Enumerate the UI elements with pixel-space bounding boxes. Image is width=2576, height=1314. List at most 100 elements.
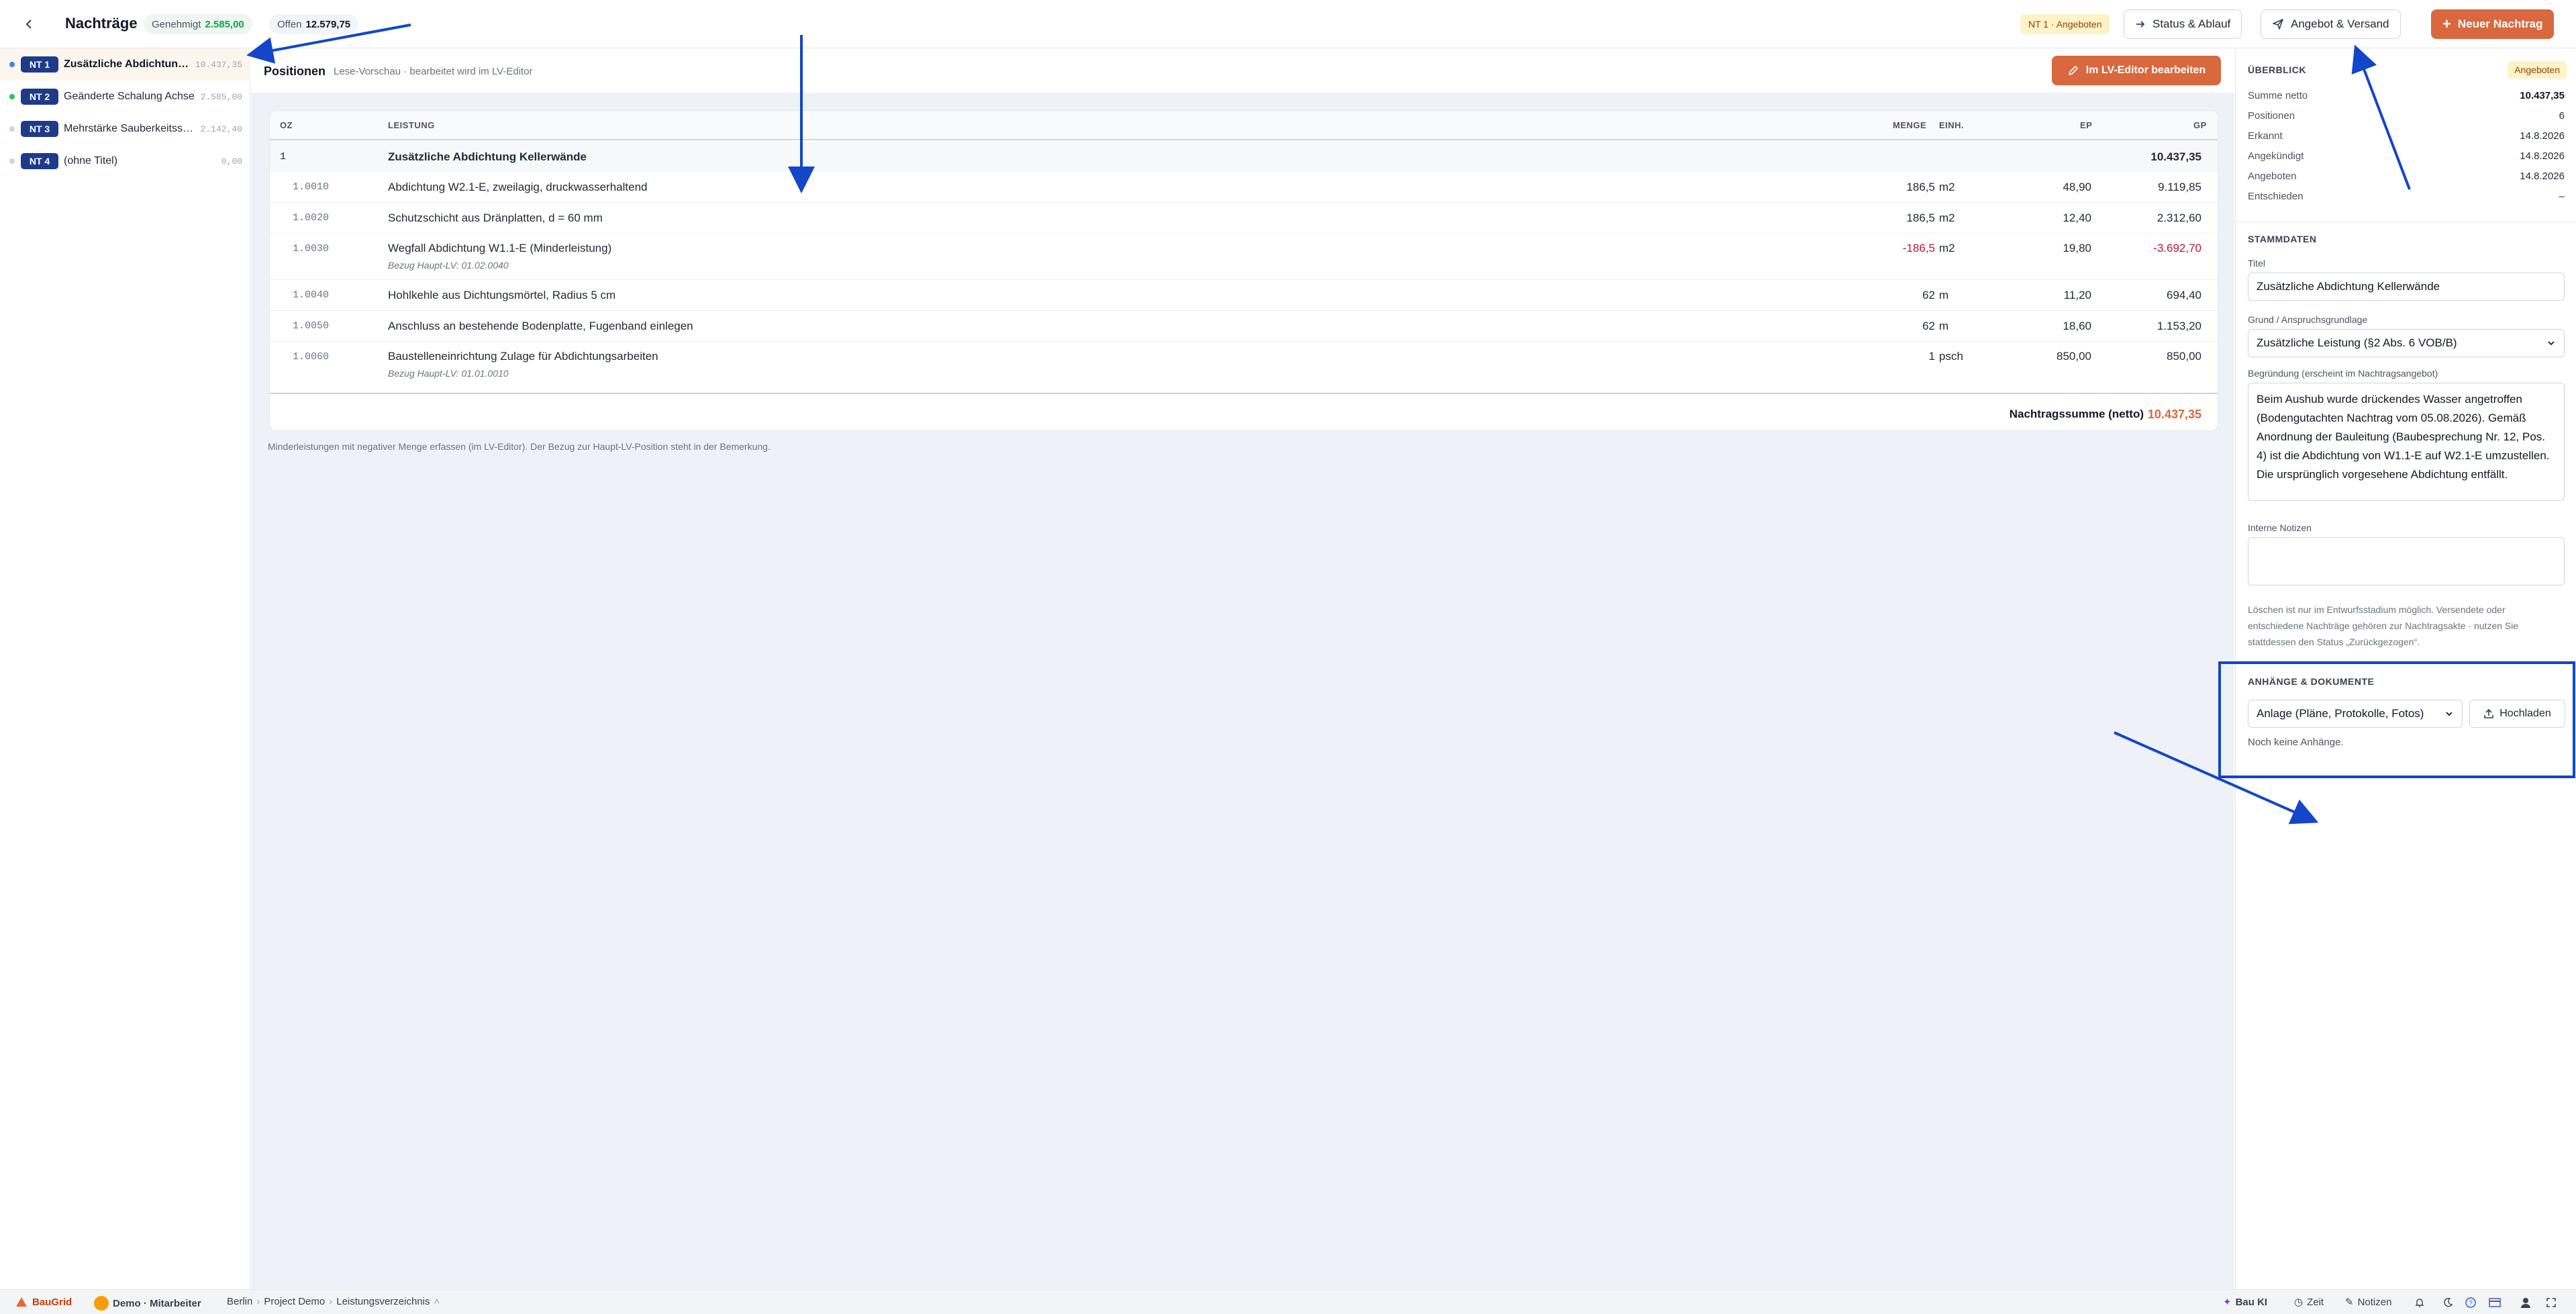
new-change-order-button[interactable]: + Neuer Nachtrag bbox=[2431, 9, 2555, 39]
status-dot bbox=[9, 126, 15, 132]
chevron-left-icon bbox=[26, 19, 32, 29]
row-gp: 9.119,85 bbox=[2158, 181, 2201, 193]
row-menge: 1 bbox=[1928, 350, 1935, 363]
attachments-empty-text: Noch keine Anhänge. bbox=[2248, 737, 2344, 748]
arrow-right-icon bbox=[2136, 21, 2145, 28]
nt-badge: NT 3 bbox=[21, 121, 58, 137]
worker-icon[interactable] bbox=[2518, 1295, 2533, 1310]
open-lv-editor-button[interactable]: Im LV-Editor bearbeiten bbox=[2052, 56, 2221, 85]
justification-textarea[interactable]: Beim Aushub wurde drückendes Wasser ange… bbox=[2248, 383, 2565, 501]
row-reference-note: Bezug Haupt-LV: 01.01.0010 bbox=[388, 368, 509, 379]
status-dot bbox=[9, 94, 15, 99]
breadcrumb-item[interactable]: Project Demo bbox=[264, 1296, 325, 1307]
time-button[interactable]: ◷ Zeit bbox=[2294, 1296, 2324, 1309]
help-icon[interactable]: ? bbox=[2463, 1295, 2478, 1310]
moon-icon[interactable] bbox=[2440, 1295, 2455, 1310]
fullscreen-icon[interactable] bbox=[2544, 1295, 2559, 1310]
breadcrumb-item[interactable]: Berlin bbox=[227, 1296, 252, 1307]
overview-key: Entschieden bbox=[2248, 191, 2303, 202]
table-header: OZ LEISTUNG MENGE EINH. EP GP bbox=[270, 111, 2218, 140]
change-order-list: NT 1 Zusätzliche Abdichtung Kellerwände … bbox=[0, 48, 250, 1289]
overview-row: Entschieden – bbox=[2248, 191, 2565, 209]
nt-badge: NT 1 bbox=[21, 56, 58, 73]
table-row[interactable]: 1.0060 Baustelleneinrichtung Zulage für … bbox=[270, 342, 2218, 391]
open-label: Offen bbox=[277, 18, 302, 30]
reason-select[interactable]: Zusätzliche Leistung (§2 Abs. 6 VOB/B) bbox=[2248, 329, 2565, 357]
table-row[interactable]: 1.0030 Wegfall Abdichtung W1.1-E (Minder… bbox=[270, 234, 2218, 280]
list-item-nt4[interactable]: NT 4 (ohne Titel) 0,00 bbox=[0, 145, 250, 177]
user-name: Demo · Mitarbeiter bbox=[113, 1297, 201, 1309]
back-button[interactable] bbox=[20, 15, 39, 34]
brand-logo[interactable]: BauGrid bbox=[15, 1296, 72, 1308]
col-gp: GP bbox=[2193, 120, 2207, 130]
table-row[interactable]: 1.0040 Hohlkehle aus Dichtungsmörtel, Ra… bbox=[270, 280, 2218, 311]
overview-row: Erkannt 14.8.2026 bbox=[2248, 130, 2565, 149]
row-einheit: m2 bbox=[1939, 242, 1955, 254]
list-item-nt2[interactable]: NT 2 Geänderte Schalung Achse 2.585,00 bbox=[0, 81, 250, 113]
table-row[interactable]: 1.0050 Anschluss an bestehende Bodenplat… bbox=[270, 311, 2218, 342]
row-ep: 850,00 bbox=[2057, 350, 2091, 363]
group-row[interactable]: 1 Zusätzliche Abdichtung Kellerwände 10.… bbox=[270, 142, 2218, 172]
delete-hint: Löschen ist nur im Entwurfsstadium mögli… bbox=[2248, 604, 2519, 647]
row-ep: 11,20 bbox=[2063, 289, 2091, 301]
attachment-type-select[interactable]: Anlage (Pläne, Protokolle, Fotos) bbox=[2248, 700, 2463, 728]
notes-button[interactable]: ✎ Notizen bbox=[2345, 1296, 2391, 1309]
user-menu[interactable]: Demo · Mitarbeiter bbox=[94, 1296, 201, 1311]
row-text: Baustelleneinrichtung Zulage für Abdicht… bbox=[388, 350, 658, 363]
brand-logo-icon bbox=[16, 1297, 27, 1307]
overview-key: Positionen bbox=[2248, 110, 2295, 122]
internal-notes-textarea[interactable] bbox=[2248, 537, 2565, 585]
title-field[interactable]: Zusätzliche Abdichtung Kellerwände bbox=[2248, 273, 2565, 301]
list-item-nt1[interactable]: NT 1 Zusätzliche Abdichtung Kellerwände … bbox=[0, 48, 250, 81]
store-icon[interactable] bbox=[2487, 1295, 2502, 1310]
list-item-nt3[interactable]: NT 3 Mehrstärke Sauberkeitsschicht 2.142… bbox=[0, 113, 250, 145]
breadcrumb: Berlin › Project Demo › Leistungsverzeic… bbox=[227, 1296, 440, 1307]
chevron-down-icon bbox=[2548, 341, 2555, 346]
overview-key: Erkannt bbox=[2248, 130, 2283, 142]
bell-icon[interactable] bbox=[2412, 1295, 2427, 1310]
row-reference-note: Bezug Haupt-LV: 01.02.0040 bbox=[388, 260, 509, 271]
row-oz: 1.0060 bbox=[293, 351, 330, 363]
positions-table: OZ LEISTUNG MENGE EINH. EP GP 1 Zusätzli… bbox=[269, 110, 2218, 431]
nt-amount: 2.142,40 bbox=[200, 124, 242, 134]
nt-amount: 10.437,35 bbox=[195, 59, 242, 70]
row-ep: 12,40 bbox=[2063, 212, 2091, 224]
row-menge: 186,5 bbox=[1906, 181, 1935, 193]
sum-label: Nachtragssumme (netto) bbox=[2009, 408, 2144, 420]
overview-value: 6 bbox=[2559, 110, 2565, 122]
row-oz: 1.0020 bbox=[293, 212, 330, 224]
positions-title: Positionen bbox=[264, 64, 326, 78]
row-gp: 694,40 bbox=[2167, 289, 2201, 301]
nt-badge: NT 2 bbox=[21, 89, 58, 105]
row-gp: 850,00 bbox=[2167, 350, 2201, 363]
table-row[interactable]: 1.0020 Schutzschicht aus Dränplatten, d … bbox=[270, 203, 2218, 234]
overview-row: Positionen 6 bbox=[2248, 110, 2565, 129]
upload-button[interactable]: Hochladen bbox=[2469, 700, 2565, 728]
sum-row: Nachtragssumme (netto) 10.437,35 bbox=[270, 393, 2218, 430]
approved-total-pill: Genehmigt 2.585,00 bbox=[144, 14, 252, 34]
row-oz: 1.0040 bbox=[293, 289, 330, 301]
ai-button[interactable]: ✦ Bau KI bbox=[2223, 1296, 2267, 1309]
overview-key: Angeboten bbox=[2248, 171, 2297, 182]
overview-value: 10.437,35 bbox=[2520, 90, 2565, 101]
col-oz: OZ bbox=[280, 120, 293, 130]
approved-value: 2.585,00 bbox=[205, 18, 244, 30]
positions-toolbar: Positionen Lese-Vorschau · bearbeitet wi… bbox=[251, 48, 2234, 93]
breadcrumb-separator: › bbox=[329, 1296, 333, 1307]
status-workflow-button[interactable]: Status & Ablauf bbox=[2124, 9, 2242, 39]
breadcrumb-item[interactable]: Leistungsverzeichnis bbox=[336, 1296, 430, 1307]
chevron-up-icon[interactable]: ˄ bbox=[434, 1296, 440, 1307]
table-row[interactable]: 1.0010 Abdichtung W2.1-E, zweilagig, dru… bbox=[270, 172, 2218, 203]
open-value: 12.579,75 bbox=[305, 18, 351, 30]
row-gp: 2.312,60 bbox=[2157, 212, 2201, 224]
row-oz: 1.0010 bbox=[293, 181, 330, 193]
overview-row: Angekündigt 14.8.2026 bbox=[2248, 150, 2565, 169]
offer-send-button[interactable]: Angebot & Versand bbox=[2261, 9, 2401, 39]
col-leistung: LEISTUNG bbox=[388, 120, 435, 130]
overview-row: Angeboten 14.8.2026 bbox=[2248, 171, 2565, 189]
overview-status-badge: Angeboten bbox=[2508, 61, 2567, 79]
row-text: Schutzschicht aus Dränplatten, d = 60 mm bbox=[388, 212, 603, 224]
row-menge: 186,5 bbox=[1906, 212, 1935, 224]
overview-value: 14.8.2026 bbox=[2520, 171, 2565, 182]
bottom-status-bar: BauGrid Demo · Mitarbeiter Berlin › Proj… bbox=[0, 1289, 2576, 1314]
